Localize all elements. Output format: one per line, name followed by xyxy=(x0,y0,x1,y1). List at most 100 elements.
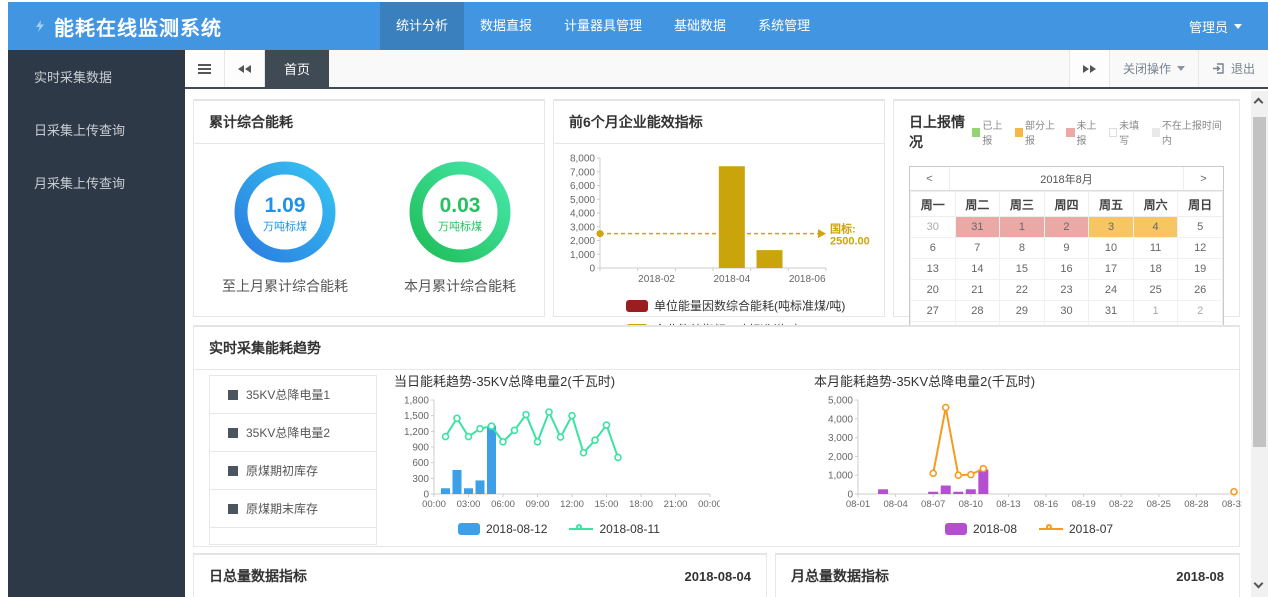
scroll-down-icon[interactable] xyxy=(1253,578,1264,589)
menu-toggle-button[interactable] xyxy=(185,50,225,87)
legend-line-swatch xyxy=(1039,524,1063,534)
tab-home-label: 首页 xyxy=(284,62,311,77)
calendar-prev-button[interactable]: < xyxy=(910,167,950,190)
nav-item[interactable]: 计量器具管理 xyxy=(548,2,658,50)
calendar-month-label: 2018年8月 xyxy=(1040,173,1093,186)
user-menu[interactable]: 管理员 xyxy=(1189,2,1268,50)
calendar-day-cell[interactable]: 29 xyxy=(999,300,1045,322)
legend-label: 2018-08-11 xyxy=(599,522,660,536)
panel-trend-title-row: 实时采集能耗趋势 xyxy=(194,327,1239,370)
calendar-day-cell[interactable]: 10 xyxy=(1088,237,1134,259)
calendar-day-cell[interactable]: 17 xyxy=(1088,258,1134,280)
calendar-day-cell[interactable]: 1 xyxy=(999,216,1045,238)
trend-metric-label: 35KV总降电量1 xyxy=(246,388,331,402)
calendar-day-cell[interactable]: 9 xyxy=(1043,237,1090,259)
nav-item[interactable]: 基础数据 xyxy=(658,2,742,50)
double-left-arrow-icon xyxy=(238,64,251,73)
tab-bar: 首页 关闭操作 退出 xyxy=(185,50,1268,89)
calendar-day-cell[interactable]: 19 xyxy=(1177,258,1223,280)
calendar-day-cell[interactable]: 27 xyxy=(910,300,956,322)
logo-icon xyxy=(36,20,44,32)
calendar-day-cell[interactable]: 1 xyxy=(1132,300,1179,322)
scrollbar-thumb[interactable] xyxy=(1253,117,1266,447)
calendar-day-cell[interactable]: 31 xyxy=(1088,300,1134,322)
calendar-day-cell[interactable]: 14 xyxy=(954,258,1001,280)
calendar-day-cell[interactable]: 30 xyxy=(910,216,956,238)
scroll-tabs-right-button[interactable] xyxy=(1068,50,1109,87)
calendar-day-cell[interactable]: 15 xyxy=(999,258,1045,280)
calendar-row: 6 7 8 9 10 11 12 xyxy=(910,237,1223,259)
gauge-caption: 至上月累计综合能耗 xyxy=(222,278,348,294)
calendar-day-cell[interactable]: 31 xyxy=(954,216,1001,238)
svg-text:08-22: 08-22 xyxy=(1109,499,1133,510)
calendar-day-cell[interactable]: 5 xyxy=(1177,216,1223,238)
status-legend-swatch xyxy=(1066,127,1075,137)
sidebar-item[interactable]: 实时采集数据 xyxy=(8,50,185,103)
vertical-scrollbar[interactable] xyxy=(1251,91,1268,597)
scroll-tabs-left-button[interactable] xyxy=(225,50,265,87)
logout-button[interactable]: 退出 xyxy=(1197,50,1268,87)
trend-metric-item[interactable]: 原煤期初库存 xyxy=(210,452,376,490)
calendar-day-cell[interactable]: 26 xyxy=(1177,279,1223,301)
trend-metric-label: 原煤期初库存 xyxy=(246,464,319,478)
trend-metric-list: 35KV总降电量1 35KV总降电量2 原煤期初库存原煤期末库存 xyxy=(209,375,377,545)
calendar-day-cell[interactable]: 11 xyxy=(1132,237,1179,259)
nav-item[interactable]: 数据直报 xyxy=(464,2,548,50)
calendar-day-cell[interactable]: 3 xyxy=(1088,216,1134,238)
svg-text:2,000: 2,000 xyxy=(570,236,595,247)
calendar-day-cell[interactable]: 24 xyxy=(1088,279,1134,301)
calendar-day-cell[interactable]: 21 xyxy=(954,279,1001,301)
svg-text:0: 0 xyxy=(589,264,595,275)
trend-metric-item[interactable]: 35KV总降电量2 xyxy=(210,414,376,452)
calendar-day-cell[interactable]: 18 xyxy=(1132,258,1179,280)
close-operations-dropdown[interactable]: 关闭操作 xyxy=(1108,50,1198,87)
panel-date: 2018-08-04 xyxy=(684,568,752,584)
legend-item[interactable]: 2018-08-12 xyxy=(458,522,547,536)
app-title: 能耗在线监测系统 xyxy=(54,17,222,40)
calendar-day-cell[interactable]: 30 xyxy=(1043,300,1090,322)
svg-text:1.09: 1.09 xyxy=(265,194,306,217)
trend-metric-item[interactable]: 原煤期末库存 xyxy=(210,490,376,528)
calendar-day-cell[interactable]: 13 xyxy=(910,258,956,280)
calendar-day-cell[interactable]: 23 xyxy=(1043,279,1090,301)
calendar-day-cell[interactable]: 8 xyxy=(999,237,1045,259)
scroll-up-icon[interactable] xyxy=(1253,97,1264,108)
legend-item[interactable]: 2018-07 xyxy=(1039,522,1113,536)
calendar-day-cell[interactable]: 2 xyxy=(1043,216,1090,238)
panel-title: 前6个月企业能效指标 xyxy=(569,114,703,130)
hamburger-icon xyxy=(198,63,211,74)
calendar-day-cell[interactable]: 4 xyxy=(1132,216,1179,238)
calendar-day-cell[interactable]: 7 xyxy=(954,237,1001,259)
status-legend-item: 不在上报时间内 xyxy=(1151,117,1224,147)
calendar-day-cell[interactable]: 25 xyxy=(1132,279,1179,301)
sidebar: 实时采集数据 日采集上传查询 月采集上传查询 xyxy=(8,50,185,597)
trend-metric-item[interactable]: 35KV总降电量1 xyxy=(210,376,376,414)
calendar-header: < 2018年8月 > xyxy=(910,167,1223,191)
calendar-day-cell[interactable]: 2 xyxy=(1177,300,1223,322)
svg-text:08-16: 08-16 xyxy=(1034,499,1058,510)
calendar-day-cell[interactable]: 6 xyxy=(910,237,956,259)
status-legend-swatch xyxy=(1151,127,1160,137)
nav-item[interactable]: 系统管理 xyxy=(742,2,826,50)
sidebar-item[interactable]: 月采集上传查询 xyxy=(8,156,185,209)
calendar-day-cell[interactable]: 22 xyxy=(999,279,1045,301)
day-trend-chart-title: 当日能耗趋势-35KV总降电量2(千瓦时) xyxy=(394,374,616,389)
tab-home[interactable]: 首页 xyxy=(265,50,330,87)
svg-text:5,000: 5,000 xyxy=(828,396,853,407)
svg-text:1,000: 1,000 xyxy=(828,471,853,482)
calendar-day-cell[interactable]: 28 xyxy=(954,300,1001,322)
bullet-square-icon xyxy=(228,389,238,400)
legend-item[interactable]: 单位能量因数综合能耗(吨标准煤/吨) xyxy=(626,297,884,314)
nav-item[interactable]: 统计分析 xyxy=(380,2,465,50)
svg-text:国标:: 国标: xyxy=(830,222,856,236)
calendar-day-cell[interactable]: 16 xyxy=(1043,258,1090,280)
svg-text:1,500: 1,500 xyxy=(404,411,429,422)
calendar-day-cell[interactable]: 20 xyxy=(910,279,956,301)
legend-item[interactable]: 2018-08-11 xyxy=(569,522,660,536)
content: 累计综合能耗 1.09 万吨标煤 至上月累计综合能耗 0.03 万吨标煤 本月累计综合能耗… xyxy=(185,91,1248,597)
close-operations-label: 关闭操作 xyxy=(1122,62,1171,76)
sidebar-item[interactable]: 日采集上传查询 xyxy=(8,103,185,156)
calendar-day-cell[interactable]: 12 xyxy=(1177,237,1223,259)
calendar-next-button[interactable]: > xyxy=(1183,167,1223,190)
legend-item[interactable]: 2018-08 xyxy=(944,522,1017,536)
